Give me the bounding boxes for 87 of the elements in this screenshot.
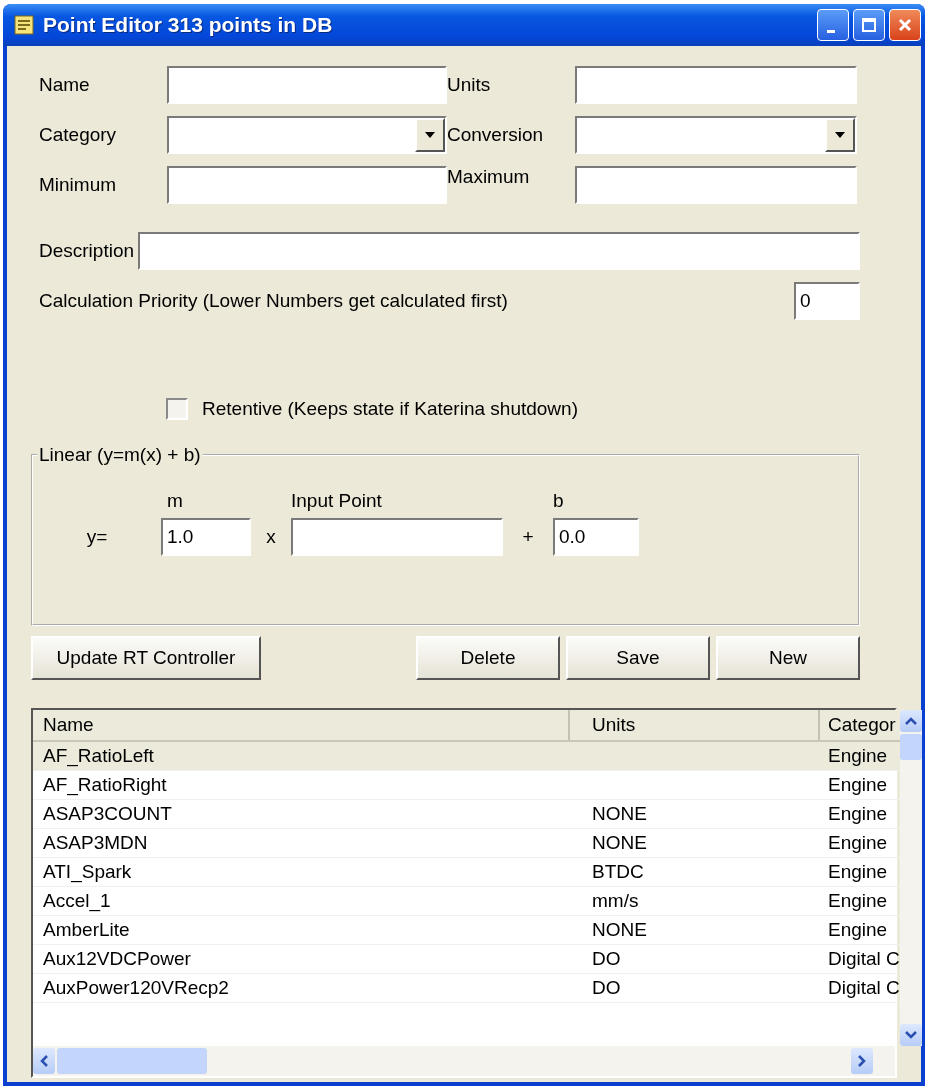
close-icon xyxy=(897,17,913,33)
table-cell-text: DO xyxy=(591,948,622,970)
minimize-icon xyxy=(827,29,835,33)
table-cell-text: NONE xyxy=(591,803,648,825)
action-button[interactable]: Save xyxy=(566,636,710,680)
minimize-button[interactable] xyxy=(817,9,849,41)
table-cell-text: Engine xyxy=(827,803,889,825)
name-field[interactable] xyxy=(167,66,447,104)
table-cell-text: mm/s xyxy=(591,890,640,912)
category-dropdown[interactable] xyxy=(167,116,447,154)
b-label: b xyxy=(553,490,565,512)
table-row[interactable]: ASAP3COUNT NONE Engine xyxy=(33,800,900,829)
minimum-label: Minimum xyxy=(39,174,118,196)
minimum-field[interactable] xyxy=(167,166,447,204)
window-title: Point Editor 313 points in DB xyxy=(43,13,334,37)
m-label: m xyxy=(166,490,184,512)
dropdown-arrow-icon xyxy=(835,132,845,138)
action-button[interactable]: New xyxy=(716,636,860,680)
input-point-label: Input Point xyxy=(291,490,383,512)
table-cell-text: Engine xyxy=(827,745,889,767)
retentive-checkbox[interactable] xyxy=(166,398,188,420)
column-header[interactable]: Units xyxy=(570,710,820,740)
maximum-label: Maximum xyxy=(447,166,531,188)
table-row[interactable]: ASAP3MDN NONE Engine xyxy=(33,829,900,858)
column-header[interactable]: Name xyxy=(33,710,570,740)
table-cell-text: Engine xyxy=(827,861,889,883)
table-cell-text: Aux12VDCPower xyxy=(42,948,192,970)
table-cell-text: AuxPower120VRecp2 xyxy=(42,977,230,999)
table-row[interactable]: AF_RatioRight Engine xyxy=(33,771,900,800)
scroll-up-icon xyxy=(905,717,917,725)
table-row[interactable]: AmberLite NONE Engine xyxy=(33,916,900,945)
maximize-button[interactable] xyxy=(853,9,885,41)
plus-label: + xyxy=(522,526,534,548)
scroll-down-icon xyxy=(905,1031,917,1039)
table-cell-text: DO xyxy=(591,977,622,999)
table-cell-text: NONE xyxy=(591,919,648,941)
table-cell-text: Engine xyxy=(827,919,889,941)
b-field[interactable]: 0.0 xyxy=(553,518,639,556)
horizontal-scrollbar[interactable] xyxy=(33,1046,895,1076)
table-cell-text: ASAP3MDN xyxy=(42,832,149,854)
name-label: Name xyxy=(39,74,91,96)
table-cell-text: Engine xyxy=(827,774,889,796)
action-button[interactable]: Delete xyxy=(416,636,560,680)
notepad-icon xyxy=(13,14,35,36)
scroll-left-icon xyxy=(40,1055,48,1067)
table-row[interactable]: AuxPower120VRecp2 DO Digital C xyxy=(33,974,900,1003)
close-button[interactable] xyxy=(889,9,921,41)
m-field[interactable]: 1.0 xyxy=(161,518,251,556)
table-cell-text: BTDC xyxy=(591,861,645,883)
priority-field[interactable]: 0 xyxy=(794,282,860,320)
table-cell-text: Accel_1 xyxy=(42,890,112,912)
times-label: x xyxy=(266,526,276,548)
conversion-label: Conversion xyxy=(447,124,545,146)
table-cell-text: Engine xyxy=(827,832,889,854)
table-cell-text: Digital C xyxy=(827,948,900,970)
input-point-field[interactable] xyxy=(291,518,503,556)
description-field[interactable] xyxy=(138,232,860,270)
conversion-dropdown[interactable] xyxy=(575,116,857,154)
priority-label: Calculation Priority (Lower Numbers get calculated first) xyxy=(39,290,509,312)
linear-group-title: Linear (y=m(x) + b) xyxy=(38,444,202,466)
table-cell-text: AF_RatioRight xyxy=(42,774,168,796)
table-cell-text: NONE xyxy=(591,832,648,854)
maximum-field[interactable] xyxy=(575,166,857,204)
units-label: Units xyxy=(447,74,492,96)
scrollbar-thumb[interactable] xyxy=(57,1048,207,1074)
table-cell-text: AF_RatioLeft xyxy=(42,745,155,767)
description-label: Description xyxy=(39,240,135,262)
y-equals-label: y= xyxy=(86,526,108,548)
maximize-icon xyxy=(861,17,877,33)
table-cell-text: ATI_Spark xyxy=(42,861,133,883)
scrollbar-thumb[interactable] xyxy=(900,734,922,760)
update-rt-controller-button[interactable]: Update RT Controller xyxy=(31,636,261,680)
retentive-label: Retentive (Keeps state if Katerina shutdown) xyxy=(202,398,578,420)
units-field[interactable] xyxy=(575,66,857,104)
column-header[interactable]: Categor xyxy=(820,710,900,740)
vertical-scrollbar[interactable] xyxy=(900,710,922,1046)
table-cell-text: AmberLite xyxy=(42,919,131,941)
table-row[interactable]: Aux12VDCPower DO Digital C xyxy=(33,945,900,974)
table-row[interactable]: AF_RatioLeft Engine xyxy=(33,742,900,771)
dropdown-arrow-icon xyxy=(425,132,435,138)
category-label: Category xyxy=(39,124,118,146)
table-row[interactable]: ATI_Spark BTDC Engine xyxy=(33,858,900,887)
table-row[interactable]: Accel_1 mm/s Engine xyxy=(33,887,900,916)
table-cell-text: Engine xyxy=(827,890,889,912)
scroll-right-icon xyxy=(858,1055,866,1067)
table-cell-text: ASAP3COUNT xyxy=(42,803,173,825)
table-cell-text: Digital C xyxy=(827,977,900,999)
